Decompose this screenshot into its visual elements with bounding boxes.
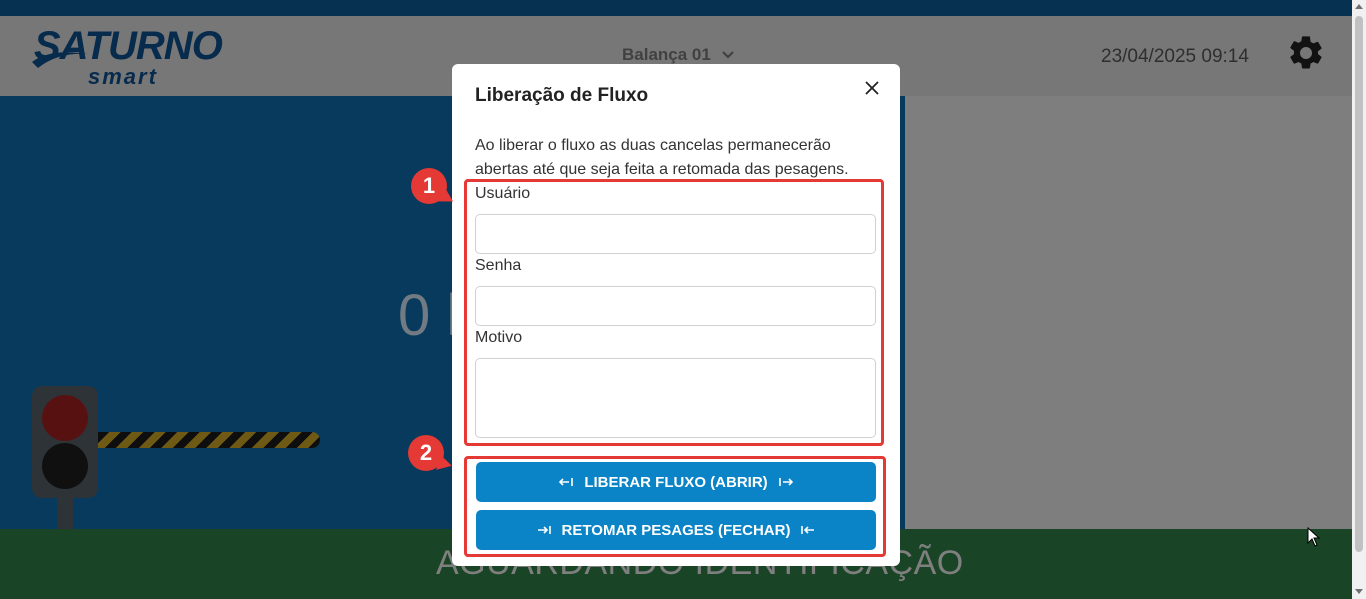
mouse-pointer-icon — [1307, 527, 1321, 547]
scroll-down-icon[interactable] — [1355, 589, 1363, 594]
badge-2-number: 2 — [419, 440, 433, 465]
highlight-box-fields — [464, 179, 884, 446]
highlight-box-buttons — [464, 456, 886, 557]
scroll-up-icon[interactable] — [1355, 4, 1363, 9]
scrollbar[interactable] — [1352, 0, 1366, 599]
modal-description: Ao liberar o fluxo as duas cancelas perm… — [475, 137, 849, 178]
annotation-badge-1: 1 — [411, 168, 447, 204]
close-icon[interactable] — [862, 78, 882, 98]
modal-title: Liberação de Fluxo — [475, 85, 649, 106]
scrollbar-thumb[interactable] — [1355, 16, 1363, 552]
annotation-badge-2: 2 — [408, 435, 444, 471]
badge-1-number: 1 — [422, 173, 436, 198]
